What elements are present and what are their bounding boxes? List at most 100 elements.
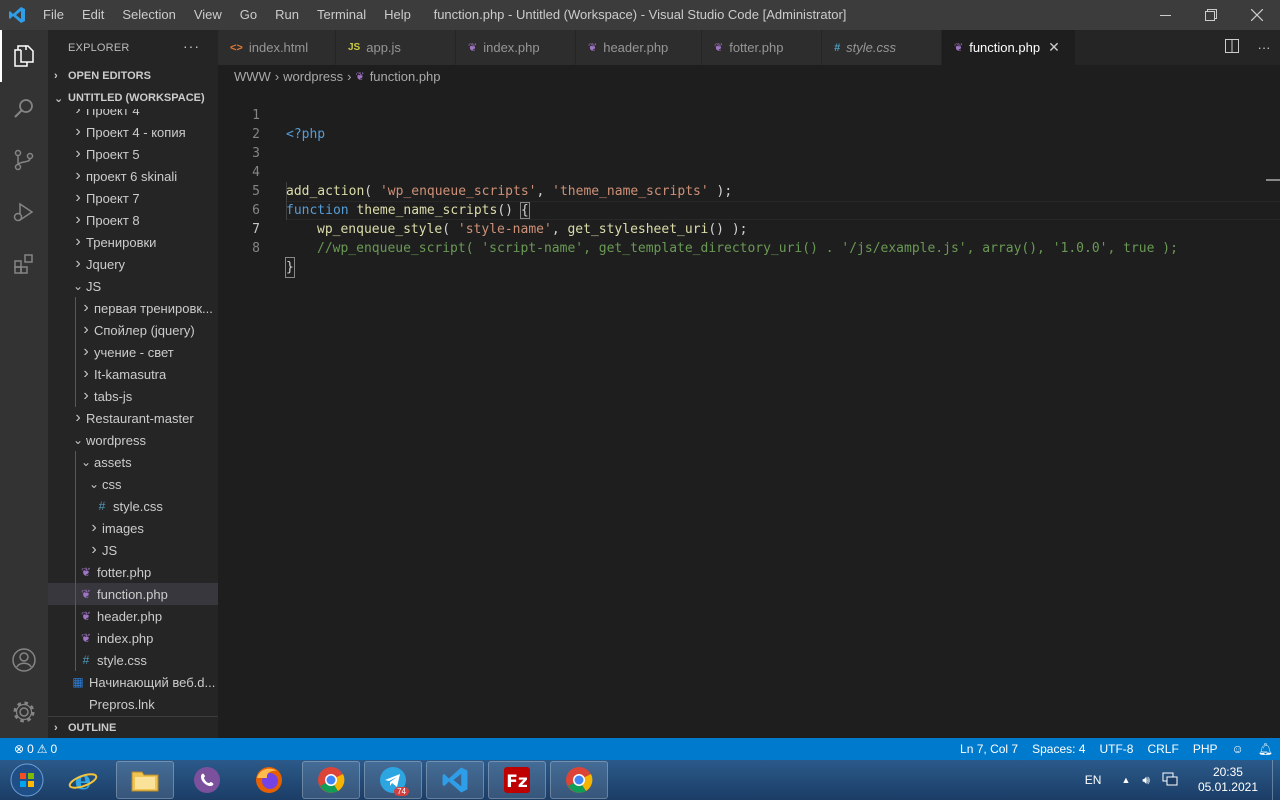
tree-folder[interactable]: › Restaurant-master — [48, 407, 218, 429]
menu-go[interactable]: Go — [231, 0, 266, 30]
css-file-icon: # — [82, 653, 90, 667]
tree-item-label: учение - свет — [94, 344, 174, 360]
editor-actions: ··· — [1216, 30, 1280, 65]
restore-button[interactable] — [1188, 0, 1234, 30]
open-editors-section[interactable]: › OPEN EDITORS — [48, 65, 218, 87]
document-file-icon: ▦ — [72, 675, 84, 689]
vscode-taskbar-icon[interactable] — [426, 761, 484, 799]
code-line: 3 — [218, 125, 1280, 161]
search-icon[interactable] — [0, 82, 48, 134]
menu-bar: File Edit Selection View Go Run Terminal… — [34, 0, 420, 30]
tab-function-php[interactable]: ❦ function.php ✕ — [942, 30, 1076, 65]
tree-folder[interactable]: › учение - свет — [48, 341, 218, 363]
tree-folder[interactable]: › Проект 4 - копия — [48, 121, 218, 143]
line-ending[interactable]: CRLF — [1140, 742, 1185, 756]
chevron-right-icon: › — [75, 145, 81, 162]
more-actions-icon[interactable]: ··· — [1248, 40, 1280, 55]
tab-index-php[interactable]: ❦ index.php — [456, 30, 576, 65]
chrome-icon[interactable] — [302, 761, 360, 799]
tree-folder[interactable]: › JS — [48, 539, 218, 561]
menu-file[interactable]: File — [34, 0, 73, 30]
tree-folder[interactable]: › Jquery — [48, 253, 218, 275]
cursor-position[interactable]: Ln 7, Col 7 — [953, 742, 1025, 756]
breadcrumb-item[interactable]: wordpress — [283, 69, 343, 84]
file-explorer-icon[interactable] — [116, 761, 174, 799]
tab-style-css[interactable]: # style.css — [822, 30, 942, 65]
more-actions-icon[interactable]: ··· — [183, 38, 200, 54]
tree-file[interactable]: # style.css — [48, 495, 218, 517]
tree-folder[interactable]: ⌄ css — [48, 473, 218, 495]
tree-file[interactable]: ❦ function.php — [48, 583, 218, 605]
clock[interactable]: 20:35 05.01.2021 — [1184, 765, 1272, 795]
code-editor[interactable]: 1 <?php 2 3 4 add_action( 'wp_enqueue_sc… — [218, 87, 1280, 738]
tree-folder[interactable]: › Проект 5 — [48, 143, 218, 165]
menu-terminal[interactable]: Terminal — [308, 0, 375, 30]
tree-folder[interactable]: › images — [48, 517, 218, 539]
tab-index-html[interactable]: <> index.html — [218, 30, 336, 65]
tree-folder[interactable]: ⌄ JS — [48, 275, 218, 297]
start-button-icon[interactable] — [0, 760, 54, 800]
settings-gear-icon[interactable] — [0, 686, 48, 738]
menu-help[interactable]: Help — [375, 0, 420, 30]
tray-expand-icon[interactable]: ▲ — [1115, 775, 1136, 785]
tree-folder[interactable]: ⌄ assets — [48, 451, 218, 473]
split-editor-icon[interactable] — [1216, 39, 1248, 56]
viber-icon[interactable] — [178, 761, 236, 799]
menu-run[interactable]: Run — [266, 0, 308, 30]
network-icon[interactable] — [1156, 772, 1184, 789]
chevron-down-icon: ⌄ — [80, 455, 92, 469]
notifications-bell-icon[interactable]: 🔔︎ — [1251, 742, 1280, 756]
chrome-icon[interactable] — [550, 761, 608, 799]
explorer-icon[interactable] — [0, 30, 48, 82]
minimize-button[interactable] — [1142, 0, 1188, 30]
indentation[interactable]: Spaces: 4 — [1025, 742, 1092, 756]
filezilla-icon[interactable]: Fz — [488, 761, 546, 799]
menu-selection[interactable]: Selection — [113, 0, 184, 30]
telegram-icon[interactable]: 74 — [364, 761, 422, 799]
language-indicator[interactable]: EN — [1071, 773, 1116, 787]
tree-folder[interactable]: › Проект 7 — [48, 187, 218, 209]
encoding[interactable]: UTF-8 — [1092, 742, 1140, 756]
firefox-icon[interactable] — [240, 761, 298, 799]
tree-folder[interactable]: › Проект 8 — [48, 209, 218, 231]
tree-file[interactable]: ❦ index.php — [48, 627, 218, 649]
feedback-icon[interactable]: ☺ — [1225, 742, 1251, 756]
internet-explorer-icon[interactable]: e — [54, 761, 112, 799]
tab-fotter-php[interactable]: ❦ fotter.php — [702, 30, 822, 65]
tree-folder[interactable]: › Спойлер (jquery) — [48, 319, 218, 341]
tab-app-js[interactable]: JS app.js — [336, 30, 456, 65]
tree-folder[interactable]: › It-kamasutra — [48, 363, 218, 385]
run-debug-icon[interactable] — [0, 186, 48, 238]
problems-indicator[interactable]: ⊗ 0 ⚠ 0 — [0, 742, 57, 756]
chevron-right-icon: › — [75, 167, 81, 184]
tab-label: index.php — [483, 40, 540, 55]
extensions-icon[interactable] — [0, 238, 48, 290]
source-control-icon[interactable] — [0, 134, 48, 186]
tree-file[interactable]: ▦ Начинающий веб.d... — [48, 671, 218, 693]
tree-file[interactable]: # style.css — [48, 649, 218, 671]
chevron-down-icon: ⌄ — [72, 433, 84, 447]
close-tab-icon[interactable]: ✕ — [1048, 39, 1060, 56]
tree-folder[interactable]: › первая тренировк... — [48, 297, 218, 319]
show-desktop-button[interactable] — [1272, 760, 1280, 800]
tree-folder[interactable]: › Тренировки — [48, 231, 218, 253]
outline-section[interactable]: › OUTLINE — [48, 716, 218, 738]
workspace-section[interactable]: ⌄ UNTITLED (WORKSPACE) — [48, 87, 218, 109]
accounts-icon[interactable] — [0, 634, 48, 686]
tree-item-label: проект 6 skinali — [86, 168, 178, 184]
tree-file[interactable]: ❦ fotter.php — [48, 561, 218, 583]
tree-folder[interactable]: › tabs-js — [48, 385, 218, 407]
tree-folder[interactable]: › Проект 4 — [48, 109, 218, 121]
breadcrumb-item[interactable]: function.php — [370, 69, 441, 84]
language-mode[interactable]: PHP — [1186, 742, 1225, 756]
tab-header-php[interactable]: ❦ header.php — [576, 30, 702, 65]
volume-icon[interactable]: 🔊︎ — [1136, 773, 1156, 788]
breadcrumb-item[interactable]: WWW — [234, 69, 271, 84]
tree-file[interactable]: Prepros.lnk — [48, 693, 218, 715]
close-window-button[interactable] — [1234, 0, 1280, 30]
menu-view[interactable]: View — [185, 0, 231, 30]
menu-edit[interactable]: Edit — [73, 0, 113, 30]
tree-folder[interactable]: ⌄ wordpress — [48, 429, 218, 451]
tree-folder[interactable]: › проект 6 skinali — [48, 165, 218, 187]
tree-file[interactable]: ❦ header.php — [48, 605, 218, 627]
